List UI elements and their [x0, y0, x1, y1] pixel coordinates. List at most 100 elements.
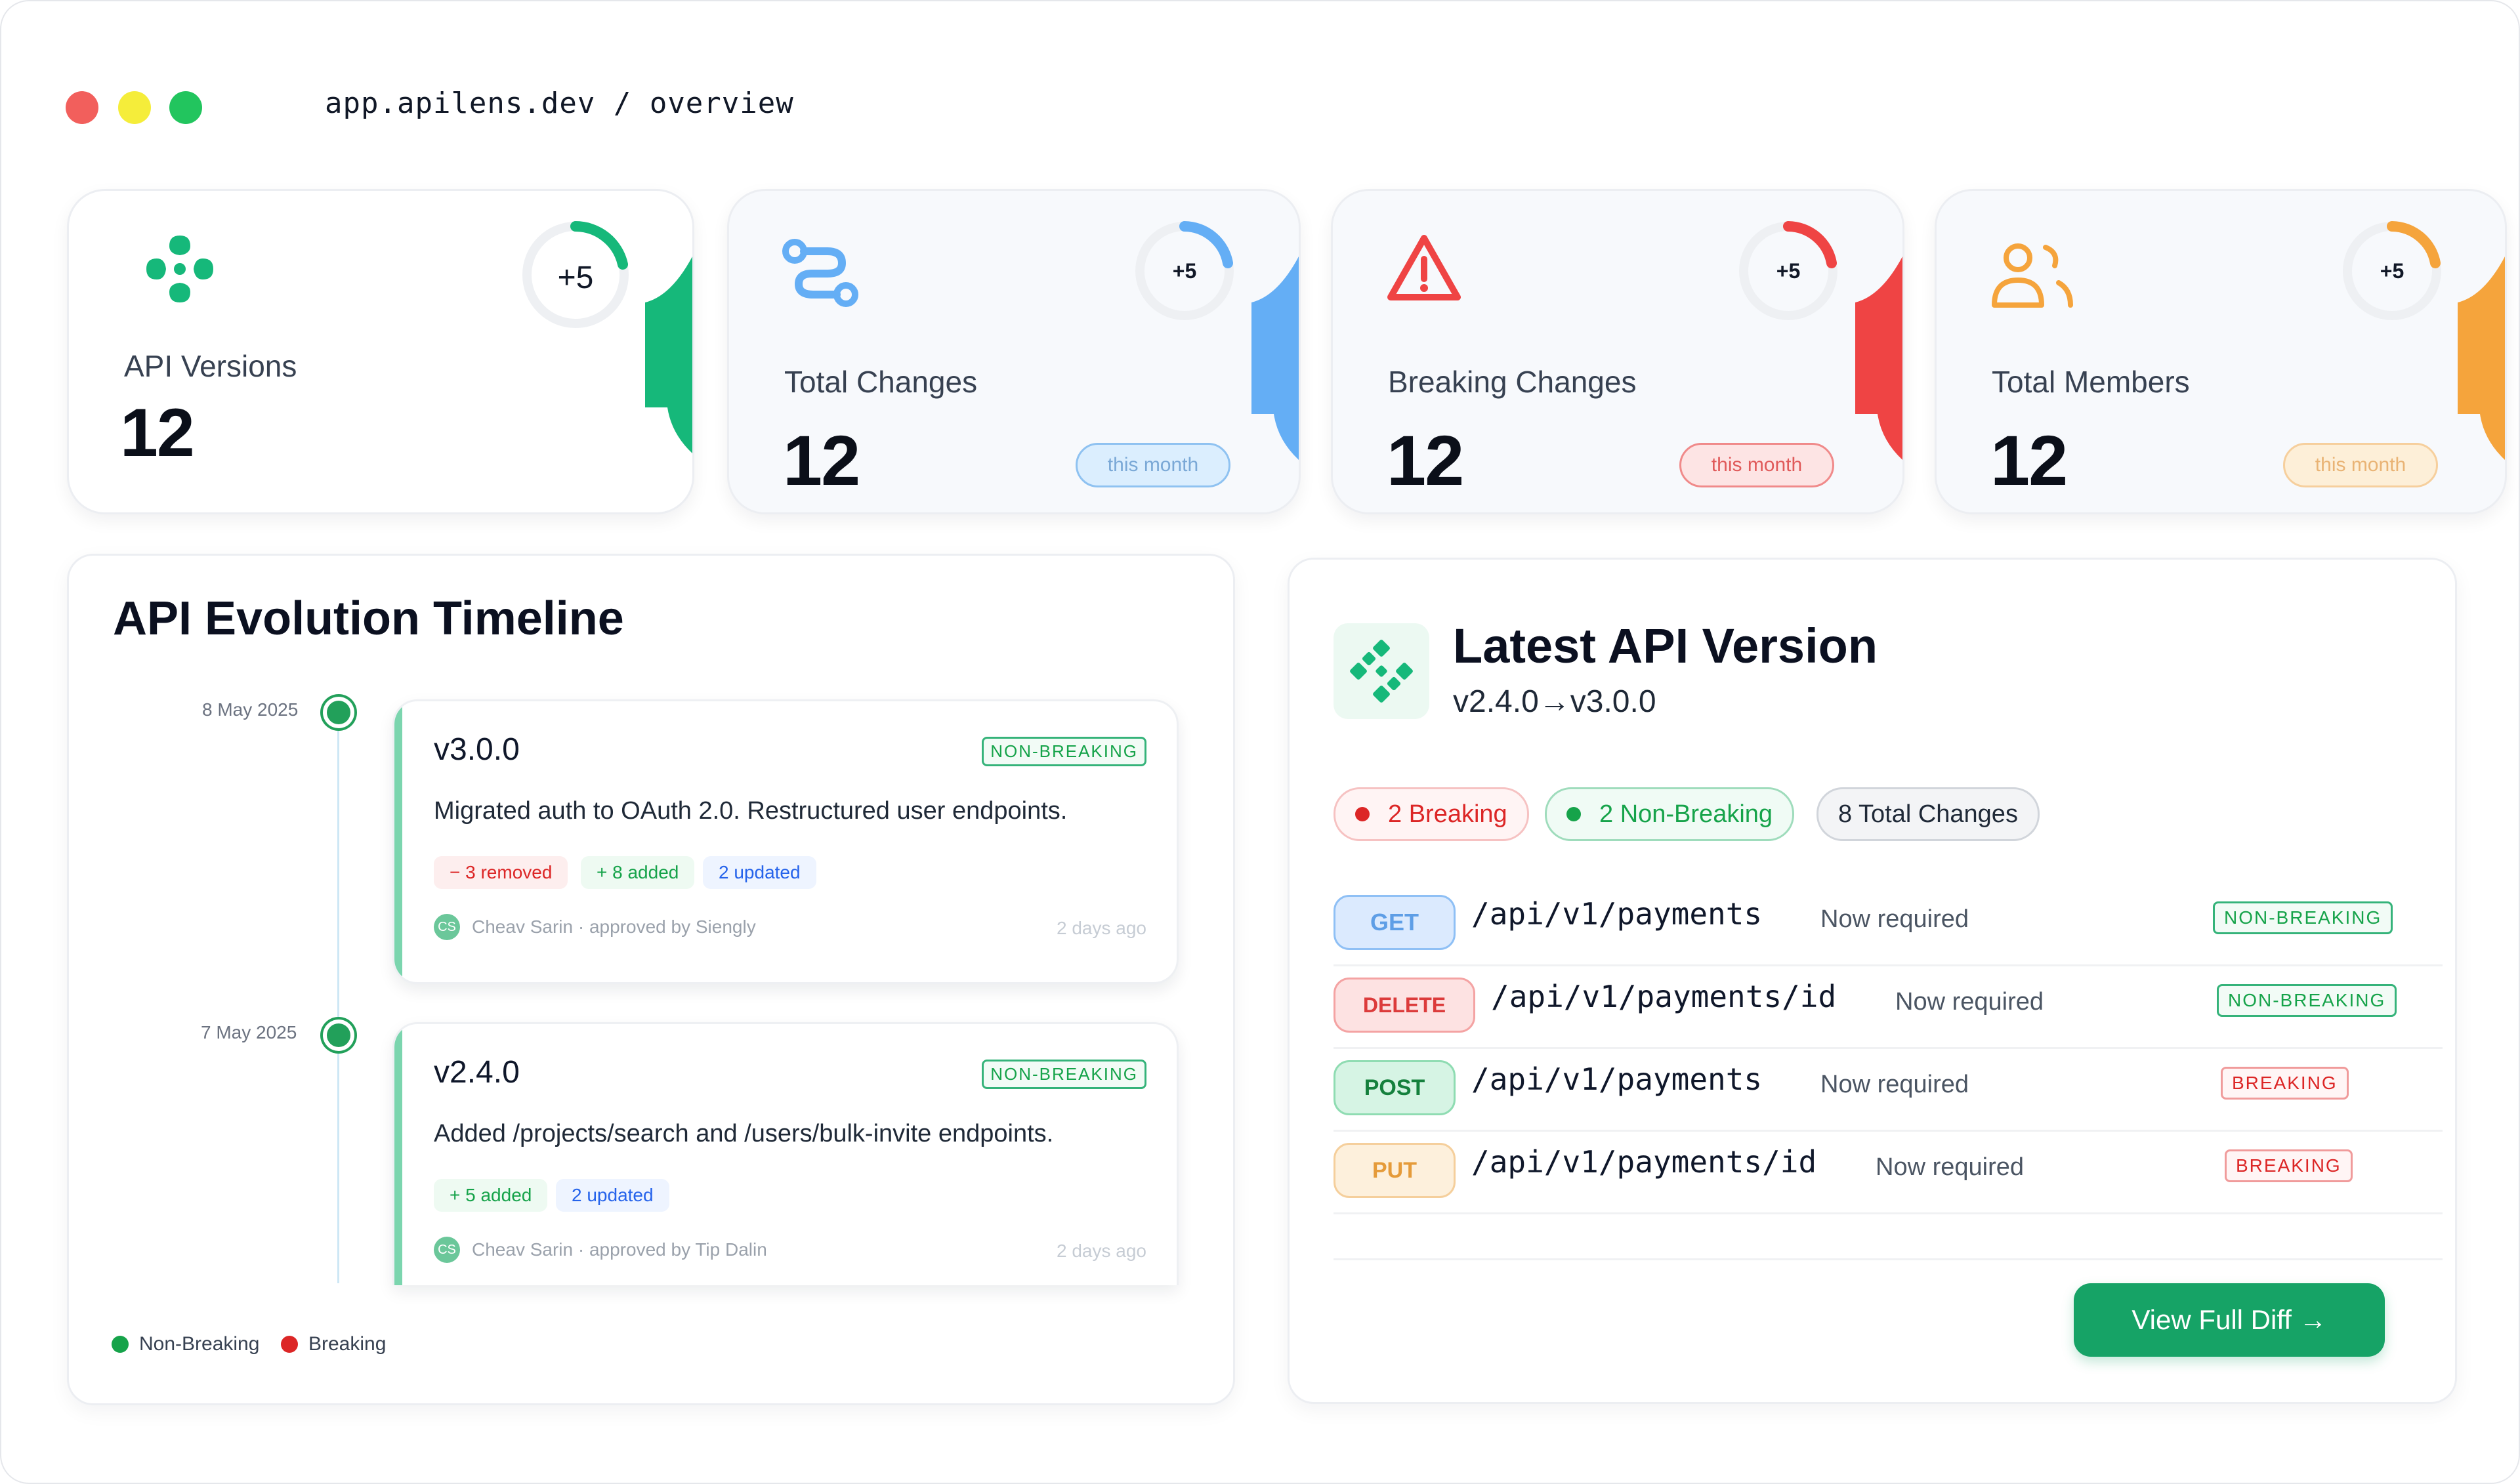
- stat-card-api-versions[interactable]: +5 API Versions 12: [67, 189, 694, 514]
- stat-value: 12: [1990, 421, 2068, 500]
- latest-title: Latest API Version: [1453, 619, 1878, 673]
- delta-value: +5: [2380, 259, 2404, 283]
- total-changes-pill[interactable]: 8 Total Changes: [1816, 787, 2040, 841]
- method-badge-post: POST: [1334, 1060, 1456, 1115]
- entry-version: v2.4.0: [434, 1055, 520, 1090]
- endpoint-path: /api/v1/payments/id: [1491, 979, 1837, 1014]
- entry-version: v3.0.0: [434, 732, 520, 767]
- legend-non-breaking: Non-Breaking: [112, 1333, 259, 1355]
- accent-tab: [2458, 257, 2505, 460]
- timeline-date: 8 May 2025: [202, 699, 299, 720]
- stat-label: Breaking Changes: [1388, 365, 1637, 399]
- stat-value: 12: [1387, 421, 1464, 500]
- stat-card-breaking-changes[interactable]: +5 Breaking Changes 12 this month: [1331, 189, 1904, 514]
- change-note: Now required: [1876, 1153, 2024, 1181]
- divider: [1334, 1258, 2443, 1260]
- delta-value: +5: [1776, 259, 1801, 283]
- entry-time: 2 days ago: [1057, 1241, 1146, 1261]
- endpoint-path: /api/v1/payments: [1471, 1061, 1763, 1097]
- period-pill: this month: [1076, 443, 1230, 487]
- warning-triangle-icon: [1387, 235, 1461, 300]
- method-badge-put: PUT: [1334, 1143, 1456, 1198]
- stat-card-total-members[interactable]: +5 Total Members 12 this month: [1935, 189, 2507, 514]
- diamond-dots-icon: [1350, 640, 1413, 703]
- four-dots-icon: [146, 236, 213, 302]
- latest-subtitle: v2.4.0→v3.0.0: [1453, 684, 1656, 719]
- status-dot: [1566, 807, 1581, 821]
- timeline-entry[interactable]: v3.0.0 NON-BREAKING Migrated auth to OAu…: [392, 699, 1179, 984]
- users-icon: [1992, 243, 2073, 308]
- endpoint-path: /api/v1/payments/id: [1471, 1144, 1817, 1180]
- entry-author: CS Cheav Sarin · approved by Tip Dalin: [434, 1237, 767, 1263]
- stat-value: 12: [783, 421, 860, 500]
- legend-dot: [281, 1336, 298, 1353]
- accent-tab: [1251, 257, 1299, 460]
- delta-value: +5: [1172, 259, 1197, 283]
- version-icon-tile: [1334, 623, 1429, 719]
- avatar: CS: [434, 1237, 460, 1263]
- non-breaking-count-pill[interactable]: 2 Non-Breaking: [1545, 787, 1795, 841]
- change-row[interactable]: GET /api/v1/payments Now required NON-BR…: [1334, 882, 2443, 966]
- removed-chip: − 3 removed: [434, 856, 568, 889]
- change-row[interactable]: POST /api/v1/payments Now required BREAK…: [1334, 1047, 2443, 1132]
- entry-accent-bar: [394, 701, 402, 982]
- accent-tab: [645, 257, 692, 453]
- window-minimize-button[interactable]: [118, 91, 151, 124]
- timeline-dot: [327, 701, 350, 724]
- timeline-title: API Evolution Timeline: [113, 592, 624, 645]
- route-icon: [782, 239, 858, 307]
- breaking-count-pill[interactable]: 2 Breaking: [1334, 787, 1529, 841]
- entry-badge: NON-BREAKING: [982, 1060, 1146, 1089]
- stat-label: API Versions: [124, 349, 297, 383]
- change-tag: BREAKING: [2221, 1067, 2349, 1100]
- endpoint-path: /api/v1/payments: [1471, 896, 1763, 932]
- status-dot: [1355, 807, 1370, 821]
- timeline-entry[interactable]: v2.4.0 NON-BREAKING Added /projects/sear…: [392, 1022, 1179, 1285]
- change-tag: NON-BREAKING: [2213, 901, 2393, 934]
- stat-label: Total Changes: [784, 365, 978, 399]
- author-text: Cheav Sarin · approved by Tip Dalin: [472, 1239, 767, 1260]
- entry-accent-bar: [394, 1024, 402, 1285]
- timeline-line: [337, 712, 339, 1283]
- accent-tab: [1855, 257, 1902, 460]
- app-window: app.apilens.dev / overview +5 API Versio…: [0, 0, 2520, 1484]
- period-pill: this month: [2283, 443, 2438, 487]
- stat-card-total-changes[interactable]: +5 Total Changes 12 this month: [727, 189, 1301, 514]
- pill-label: 2 Breaking: [1388, 800, 1507, 828]
- change-tag: BREAKING: [2225, 1149, 2353, 1182]
- entry-author: CS Cheav Sarin · approved by Sienglу: [434, 914, 756, 940]
- pill-label: 8 Total Changes: [1838, 800, 2018, 828]
- period-pill: this month: [1679, 443, 1834, 487]
- method-badge-get: GET: [1334, 895, 1456, 950]
- window-close-button[interactable]: [66, 91, 98, 124]
- entry-description: Added /projects/search and /users/bulk-i…: [434, 1120, 1054, 1147]
- change-row[interactable]: PUT /api/v1/payments/id Now required BRE…: [1334, 1130, 2443, 1214]
- address-bar[interactable]: app.apilens.dev / overview: [325, 87, 794, 120]
- change-row[interactable]: DELETE /api/v1/payments/id Now required …: [1334, 964, 2443, 1049]
- added-chip: + 5 added: [434, 1179, 548, 1212]
- author-text: Cheav Sarin · approved by Sienglу: [472, 917, 756, 937]
- legend-breaking: Breaking: [281, 1333, 386, 1355]
- change-note: Now required: [1820, 1071, 1969, 1098]
- window-maximize-button[interactable]: [169, 91, 202, 124]
- legend-label: Non-Breaking: [139, 1333, 260, 1355]
- updated-chip: 2 updated: [703, 856, 816, 889]
- added-chip: + 8 added: [581, 856, 695, 889]
- stat-label: Total Members: [1992, 365, 2190, 399]
- change-note: Now required: [1820, 905, 1969, 933]
- timeline-date: 7 May 2025: [201, 1022, 297, 1042]
- pill-label: 2 Non-Breaking: [1599, 800, 1773, 828]
- delta-value: +5: [557, 260, 594, 295]
- timeline-dot: [327, 1023, 350, 1047]
- updated-chip: 2 updated: [556, 1179, 669, 1212]
- legend-label: Breaking: [308, 1333, 387, 1355]
- entry-description: Migrated auth to OAuth 2.0. Restructured…: [434, 797, 1068, 825]
- entry-time: 2 days ago: [1057, 918, 1146, 938]
- change-note: Now required: [1895, 988, 2044, 1016]
- legend-dot: [112, 1336, 129, 1353]
- avatar: CS: [434, 914, 460, 940]
- stat-value: 12: [120, 395, 195, 471]
- entry-badge: NON-BREAKING: [982, 737, 1146, 766]
- view-full-diff-button[interactable]: View Full Diff →: [2074, 1283, 2385, 1357]
- method-badge-delete: DELETE: [1334, 978, 1475, 1033]
